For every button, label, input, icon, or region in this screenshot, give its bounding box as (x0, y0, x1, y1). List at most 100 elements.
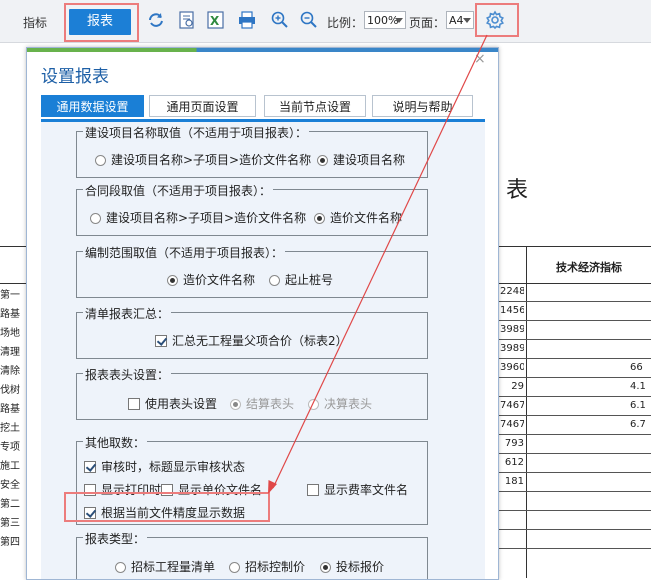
table-rule (497, 548, 651, 549)
table-rule (497, 453, 651, 454)
page-size-select[interactable]: A4 (446, 11, 474, 29)
group-report-type: 报表类型： 招标工程量清单 招标控制价 投标报价 (76, 530, 428, 579)
tab-general-data[interactable]: 通用数据设置 (41, 95, 144, 117)
zoom-in-icon[interactable] (270, 10, 290, 30)
table-cell: 路基 (0, 404, 20, 415)
report-button[interactable]: 报表 (69, 9, 131, 35)
radio-option[interactable]: 决算表头 (308, 395, 372, 412)
table-cell: 3989 (500, 324, 524, 335)
table-rule (497, 339, 651, 340)
gear-icon[interactable] (485, 10, 505, 30)
radio-option[interactable]: 造价文件名称 (314, 209, 402, 226)
table-rule (497, 434, 651, 435)
table-cell: 第一 (0, 290, 20, 301)
table-cell: 第三 (0, 518, 20, 529)
checkbox[interactable] (307, 484, 319, 496)
dialog-title: 设置报表 (41, 67, 109, 87)
table-cell: 793 (504, 438, 524, 449)
checkbox[interactable] (155, 335, 167, 347)
table-rule (497, 377, 651, 378)
radio-button[interactable] (320, 562, 331, 573)
group-title: 清单报表汇总： (83, 305, 172, 322)
radio-option[interactable]: 建设项目名称 (317, 151, 405, 168)
group-title: 报表类型： (83, 530, 148, 547)
radio-option[interactable]: 招标控制价 (229, 558, 305, 575)
tab-current-node[interactable]: 当前节点设置 (264, 95, 366, 117)
tab-indicator[interactable]: 指标 (23, 14, 47, 31)
table-cell: 1456 (500, 305, 524, 316)
table-cell: 7467 (500, 419, 524, 430)
table-rule (497, 529, 651, 530)
table-cell: 2248 (500, 286, 524, 297)
summary-checkbox-option[interactable]: 汇总无工程量父项合价（标表2） (155, 332, 348, 349)
table-rule (497, 472, 651, 473)
excel-export-icon[interactable]: X (206, 10, 226, 30)
dialog-accent-bar (27, 48, 498, 52)
group-title: 其他取数： (83, 434, 148, 451)
radio-button[interactable] (90, 213, 101, 224)
chevron-down-icon (395, 18, 403, 23)
group-project-name: 建设项目名称取值（不适用于项目报表）： 建设项目名称>子项目>造价文件名称 建设… (76, 124, 428, 178)
radio-button[interactable] (314, 213, 325, 224)
table-rule (497, 510, 651, 511)
group-title: 建设项目名称取值（不适用于项目报表）： (83, 124, 310, 141)
radio-button[interactable] (167, 275, 178, 286)
table-cell: 6.7 (630, 419, 646, 430)
radio-button[interactable] (317, 155, 328, 166)
radio-option[interactable]: 建设项目名称>子项目>造价文件名称 (90, 209, 306, 226)
scale-select[interactable]: 100% (364, 11, 406, 29)
tab-general-page[interactable]: 通用页面设置 (149, 95, 256, 117)
close-icon[interactable]: × (474, 51, 486, 67)
checkbox[interactable] (84, 461, 96, 473)
table-cell: 第四 (0, 537, 20, 548)
table-cell: 清理 (0, 347, 20, 358)
radio-button[interactable] (115, 562, 126, 573)
rate-file-checkbox-option[interactable]: 显示费率文件名 (307, 481, 408, 498)
radio-option[interactable]: 造价文件名称 (167, 271, 255, 288)
dialog-tabs: 通用数据设置 通用页面设置 当前节点设置 说明与帮助 (41, 95, 485, 122)
use-header-checkbox-option[interactable]: 使用表头设置 (128, 395, 217, 412)
radio-button[interactable] (95, 155, 106, 166)
table-rule (497, 491, 651, 492)
table-cell: 伐树 (0, 385, 20, 396)
radio-button[interactable] (230, 399, 241, 410)
checkbox[interactable] (128, 398, 140, 410)
audit-checkbox-option[interactable]: 审核时，标题显示审核状态 (84, 458, 245, 475)
scale-label: 比例： (327, 16, 364, 30)
radio-button[interactable] (229, 562, 240, 573)
page-size-value: A4 (449, 14, 464, 27)
svg-text:X: X (210, 14, 220, 28)
preview-icon[interactable] (177, 10, 197, 30)
table-cell: 29 (511, 381, 524, 392)
scale-value: 100% (367, 14, 399, 27)
group-summary: 清单报表汇总： 汇总无工程量父项合价（标表2） (76, 305, 428, 359)
table-cell: 挖土 (0, 423, 20, 434)
table-cell: 路基 (0, 309, 20, 320)
radio-option[interactable]: 投标报价 (320, 558, 384, 575)
table-rule (497, 396, 651, 397)
zoom-out-icon[interactable] (299, 10, 319, 30)
group-title: 编制范围取值（不适用于项目报表）： (83, 244, 286, 261)
print-icon[interactable] (237, 10, 257, 30)
radio-option[interactable]: 起止桩号 (269, 271, 333, 288)
table-cell: 施工 (0, 461, 20, 472)
group-scope: 编制范围取值（不适用于项目报表）： 造价文件名称 起止桩号 (76, 244, 428, 298)
radio-option[interactable]: 建设项目名称>子项目>造价文件名称 (95, 151, 311, 168)
table-cell: 6.1 (630, 400, 646, 411)
table-cell: 安全 (0, 480, 20, 491)
table-cell: 专项 (0, 442, 20, 453)
radio-option[interactable]: 招标工程量清单 (115, 558, 215, 575)
radio-button[interactable] (269, 275, 280, 286)
table-cell: 7467 (500, 400, 524, 411)
group-title: 报表表头设置： (83, 366, 172, 383)
table-rule (497, 301, 651, 302)
table-rule (497, 415, 651, 416)
radio-button[interactable] (308, 399, 319, 410)
chevron-down-icon (463, 18, 471, 23)
page-label: 页面： (409, 16, 446, 30)
table-cell: 181 (504, 476, 524, 487)
refresh-icon[interactable] (146, 10, 166, 30)
tab-help[interactable]: 说明与帮助 (372, 95, 473, 117)
radio-option[interactable]: 结算表头 (230, 395, 294, 412)
table-cell: 第二 (0, 499, 20, 510)
